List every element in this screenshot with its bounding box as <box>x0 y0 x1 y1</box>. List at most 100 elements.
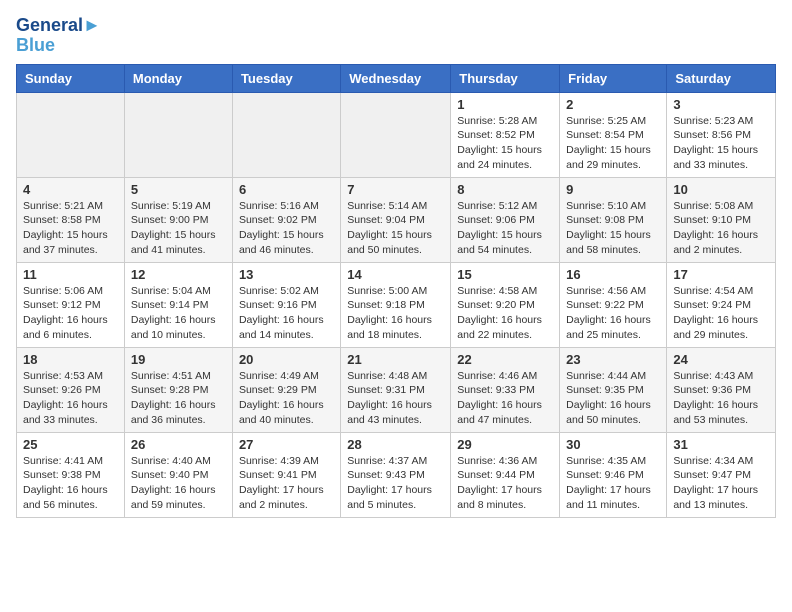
calendar-cell: 30 Sunrise: 4:35 AMSunset: 9:46 PMDayligh… <box>560 432 667 517</box>
day-info: Sunrise: 4:46 AMSunset: 9:33 PMDaylight:… <box>457 369 553 428</box>
day-number: 28 <box>347 437 444 452</box>
day-info: Sunrise: 5:06 AMSunset: 9:12 PMDaylight:… <box>23 284 118 343</box>
day-number: 22 <box>457 352 553 367</box>
calendar-cell: 17Sunrise: 4:54 AMSunset: 9:24 PMDayligh… <box>667 262 776 347</box>
calendar-cell: 29 Sunrise: 4:36 AMSunset: 9:44 PMDayligh… <box>451 432 560 517</box>
col-header-tuesday: Tuesday <box>232 64 340 92</box>
day-number: 9 <box>566 182 660 197</box>
week-row-2: 4 Sunrise: 5:21 AMSunset: 8:58 PMDaylight… <box>17 177 776 262</box>
day-info: Sunrise: 5:28 AMSunset: 8:52 PMDaylight:… <box>457 114 553 173</box>
day-number: 7 <box>347 182 444 197</box>
day-info: Sunrise: 4:40 AMSunset: 9:40 PMDaylight:… <box>131 454 226 513</box>
day-number: 13 <box>239 267 334 282</box>
col-header-wednesday: Wednesday <box>341 64 451 92</box>
calendar-cell: 10 Sunrise: 5:08 AMSunset: 9:10 PMDayligh… <box>667 177 776 262</box>
calendar-cell: 5 Sunrise: 5:19 AMSunset: 9:00 PMDaylight… <box>124 177 232 262</box>
calendar-cell <box>341 92 451 177</box>
day-number: 10 <box>673 182 769 197</box>
calendar-cell: 11 Sunrise: 5:06 AMSunset: 9:12 PMDayligh… <box>17 262 125 347</box>
day-info: Sunrise: 5:12 AMSunset: 9:06 PMDaylight:… <box>457 199 553 258</box>
day-info: Sunrise: 5:00 AMSunset: 9:18 PMDaylight:… <box>347 284 444 343</box>
day-info: Sunrise: 4:41 AMSunset: 9:38 PMDaylight:… <box>23 454 118 513</box>
day-number: 24 <box>673 352 769 367</box>
day-info: Sunrise: 5:16 AMSunset: 9:02 PMDaylight:… <box>239 199 334 258</box>
calendar-cell <box>124 92 232 177</box>
calendar-cell: 14 Sunrise: 5:00 AMSunset: 9:18 PMDayligh… <box>341 262 451 347</box>
day-number: 17 <box>673 267 769 282</box>
day-number: 3 <box>673 97 769 112</box>
day-info: Sunrise: 4:49 AMSunset: 9:29 PMDaylight:… <box>239 369 334 428</box>
day-info: Sunrise: 4:36 AMSunset: 9:44 PMDaylight:… <box>457 454 553 513</box>
calendar-header-row: SundayMondayTuesdayWednesdayThursdayFrid… <box>17 64 776 92</box>
day-number: 19 <box>131 352 226 367</box>
week-row-1: 1 Sunrise: 5:28 AMSunset: 8:52 PMDaylight… <box>17 92 776 177</box>
calendar-cell: 24Sunrise: 4:43 AMSunset: 9:36 PMDayligh… <box>667 347 776 432</box>
day-info: Sunrise: 4:51 AMSunset: 9:28 PMDaylight:… <box>131 369 226 428</box>
day-number: 4 <box>23 182 118 197</box>
calendar-cell: 23Sunrise: 4:44 AMSunset: 9:35 PMDayligh… <box>560 347 667 432</box>
calendar-cell <box>17 92 125 177</box>
logo: General► Blue <box>16 16 101 56</box>
calendar-cell: 13 Sunrise: 5:02 AMSunset: 9:16 PMDayligh… <box>232 262 340 347</box>
day-number: 1 <box>457 97 553 112</box>
page-header: General► Blue <box>16 16 776 56</box>
day-number: 18 <box>23 352 118 367</box>
day-number: 26 <box>131 437 226 452</box>
day-number: 27 <box>239 437 334 452</box>
calendar-cell: 4 Sunrise: 5:21 AMSunset: 8:58 PMDaylight… <box>17 177 125 262</box>
day-number: 2 <box>566 97 660 112</box>
day-info: Sunrise: 5:10 AMSunset: 9:08 PMDaylight:… <box>566 199 660 258</box>
col-header-friday: Friday <box>560 64 667 92</box>
calendar-cell: 6 Sunrise: 5:16 AMSunset: 9:02 PMDaylight… <box>232 177 340 262</box>
day-info: Sunrise: 4:53 AMSunset: 9:26 PMDaylight:… <box>23 369 118 428</box>
calendar-cell: 21 Sunrise: 4:48 AMSunset: 9:31 PMDayligh… <box>341 347 451 432</box>
day-number: 21 <box>347 352 444 367</box>
day-number: 8 <box>457 182 553 197</box>
day-number: 12 <box>131 267 226 282</box>
day-info: Sunrise: 4:48 AMSunset: 9:31 PMDaylight:… <box>347 369 444 428</box>
day-info: Sunrise: 4:39 AMSunset: 9:41 PMDaylight:… <box>239 454 334 513</box>
day-number: 30 <box>566 437 660 452</box>
day-number: 29 <box>457 437 553 452</box>
day-number: 16 <box>566 267 660 282</box>
day-number: 11 <box>23 267 118 282</box>
week-row-3: 11 Sunrise: 5:06 AMSunset: 9:12 PMDayligh… <box>17 262 776 347</box>
day-number: 5 <box>131 182 226 197</box>
day-info: Sunrise: 5:25 AMSunset: 8:54 PMDaylight:… <box>566 114 660 173</box>
calendar-cell: 19 Sunrise: 4:51 AMSunset: 9:28 PMDayligh… <box>124 347 232 432</box>
day-info: Sunrise: 5:21 AMSunset: 8:58 PMDaylight:… <box>23 199 118 258</box>
calendar-cell: 3 Sunrise: 5:23 AMSunset: 8:56 PMDaylight… <box>667 92 776 177</box>
week-row-5: 25 Sunrise: 4:41 AMSunset: 9:38 PMDayligh… <box>17 432 776 517</box>
logo-blue: Blue <box>16 36 101 56</box>
day-info: Sunrise: 5:02 AMSunset: 9:16 PMDaylight:… <box>239 284 334 343</box>
day-number: 31 <box>673 437 769 452</box>
calendar-cell: 27 Sunrise: 4:39 AMSunset: 9:41 PMDayligh… <box>232 432 340 517</box>
calendar-cell: 15Sunrise: 4:58 AMSunset: 9:20 PMDayligh… <box>451 262 560 347</box>
day-number: 20 <box>239 352 334 367</box>
calendar-cell: 1 Sunrise: 5:28 AMSunset: 8:52 PMDaylight… <box>451 92 560 177</box>
calendar-cell: 2 Sunrise: 5:25 AMSunset: 8:54 PMDaylight… <box>560 92 667 177</box>
day-info: Sunrise: 5:19 AMSunset: 9:00 PMDaylight:… <box>131 199 226 258</box>
calendar-cell: 12 Sunrise: 5:04 AMSunset: 9:14 PMDayligh… <box>124 262 232 347</box>
calendar-cell: 7Sunrise: 5:14 AMSunset: 9:04 PMDaylight… <box>341 177 451 262</box>
day-info: Sunrise: 4:44 AMSunset: 9:35 PMDaylight:… <box>566 369 660 428</box>
calendar-cell: 16 Sunrise: 4:56 AMSunset: 9:22 PMDayligh… <box>560 262 667 347</box>
day-info: Sunrise: 5:04 AMSunset: 9:14 PMDaylight:… <box>131 284 226 343</box>
day-info: Sunrise: 4:35 AMSunset: 9:46 PMDaylight:… <box>566 454 660 513</box>
day-number: 6 <box>239 182 334 197</box>
logo-text: General► <box>16 16 101 36</box>
calendar-cell: 31Sunrise: 4:34 AMSunset: 9:47 PMDayligh… <box>667 432 776 517</box>
day-info: Sunrise: 5:23 AMSunset: 8:56 PMDaylight:… <box>673 114 769 173</box>
calendar-cell: 20 Sunrise: 4:49 AMSunset: 9:29 PMDayligh… <box>232 347 340 432</box>
day-info: Sunrise: 5:08 AMSunset: 9:10 PMDaylight:… <box>673 199 769 258</box>
calendar-cell: 26 Sunrise: 4:40 AMSunset: 9:40 PMDayligh… <box>124 432 232 517</box>
calendar-cell: 25 Sunrise: 4:41 AMSunset: 9:38 PMDayligh… <box>17 432 125 517</box>
day-number: 15 <box>457 267 553 282</box>
day-number: 14 <box>347 267 444 282</box>
calendar-table: SundayMondayTuesdayWednesdayThursdayFrid… <box>16 64 776 518</box>
calendar-cell: 28Sunrise: 4:37 AMSunset: 9:43 PMDayligh… <box>341 432 451 517</box>
calendar-cell: 8 Sunrise: 5:12 AMSunset: 9:06 PMDaylight… <box>451 177 560 262</box>
day-number: 25 <box>23 437 118 452</box>
calendar-cell: 18 Sunrise: 4:53 AMSunset: 9:26 PMDayligh… <box>17 347 125 432</box>
day-info: Sunrise: 4:56 AMSunset: 9:22 PMDaylight:… <box>566 284 660 343</box>
